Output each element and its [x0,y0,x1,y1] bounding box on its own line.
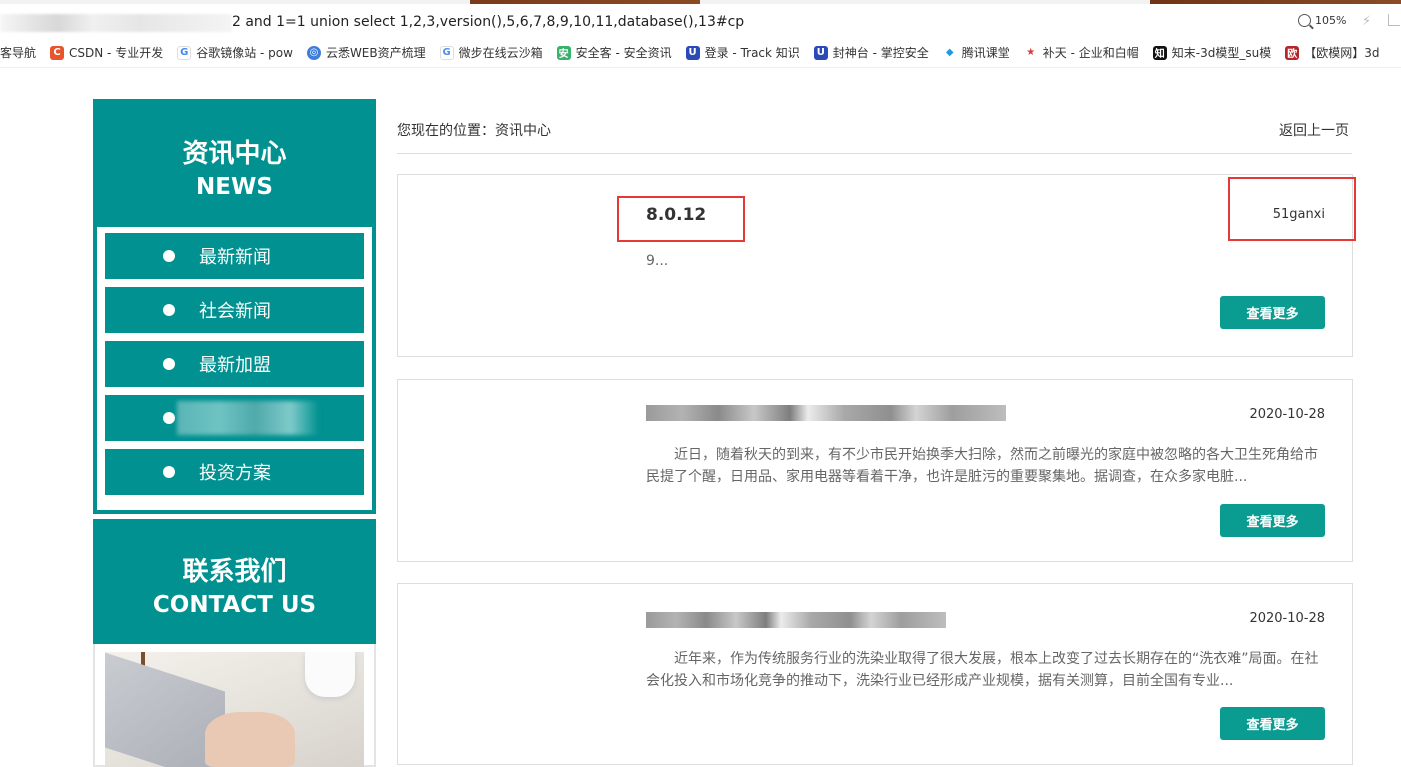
news-card: 8.0.12 51ganxi 9... 查看更多 [397,174,1353,357]
news-title-en: NEWS [196,174,273,200]
news-summary: 近年来，作为传统服务行业的洗染业取得了很大发展，根本上改变了过去长期存在的“洗衣… [646,651,1319,689]
zhimo-icon: 知 [1152,45,1167,60]
news-center-header: 资讯中心 NEWS [93,99,376,227]
sidebar-item-latest-franchise[interactable]: 最新加盟 [105,341,364,387]
bookmark-item[interactable]: C CSDN - 专业开发 [50,44,163,61]
sidebar-item-label: 最新新闻 [199,247,271,268]
bullet-icon [163,304,175,316]
news-title-cn: 资讯中心 [182,139,287,169]
tencent-classroom-icon: ◆ [942,45,957,60]
news-card: 2020-10-28 近年来，作为传统服务行业的洗染业取得了很大发展，根本上改变… [397,583,1353,765]
divider [397,153,1352,154]
highlight-box [617,196,745,242]
news-summary: 9... [646,253,669,269]
redacted-label [177,401,319,435]
highlight-box [1228,177,1356,241]
csdn-icon: C [50,45,65,60]
bullet-icon [163,466,175,478]
view-more-button[interactable]: 查看更多 [1220,504,1325,537]
view-more-button[interactable]: 查看更多 [1220,296,1325,329]
contact-photo [105,652,364,767]
news-date: 2020-10-28 [1249,407,1325,422]
bookmark-item[interactable]: ◎ 云悉WEB资产梳理 [306,44,426,61]
view-more-button[interactable]: 查看更多 [1220,707,1325,740]
address-bar[interactable]: 2 and 1=1 union select 1,2,3,version(),5… [0,4,1401,38]
news-summary: 近日，随着秋天的到来，有不少市民开始换季大扫除，然而之前曝光的家庭中被忽略的各大… [646,447,1318,485]
contact-photo-frame [93,644,376,767]
hand-shape [205,712,295,767]
contact-title-cn: 联系我们 [182,557,287,587]
news-category-menu: 最新新闻 社会新闻 最新加盟 投资方案 [93,227,376,514]
bookmark-item[interactable]: ★ 补天 - 企业和白帽 [1023,44,1139,61]
threatbook-icon: G [439,45,454,60]
oumo-icon: 欧 [1285,45,1300,60]
sidebar-item-investment-plan[interactable]: 投资方案 [105,449,364,495]
butian-icon: ★ [1023,45,1038,60]
news-date: 2020-10-28 [1249,611,1325,626]
bookmark-item[interactable]: U 封神台 - 掌控安全 [813,44,929,61]
share-icon[interactable] [1388,14,1400,26]
sidebar-item-redacted[interactable] [105,395,364,441]
bullet-icon [163,250,175,262]
google-icon: G [177,45,192,60]
bookmarks-bar: 客导航 C CSDN - 专业开发 G 谷歌镜像站 - pow ◎ 云悉WEB资产梳理… [0,38,1401,68]
contact-us-header: 联系我们 CONTACT US [93,519,376,644]
zoom-icon [1298,14,1311,27]
bookmark-item[interactable]: U 登录 - Track 知识 [685,44,800,61]
sidebar-item-label: 社会新闻 [199,301,271,322]
bookmark-item[interactable]: 客导航 [0,44,36,61]
anquanke-icon: 安 [556,45,571,60]
url-redacted [0,14,232,32]
yunxi-icon: ◎ [306,45,321,60]
bullet-icon [163,412,175,424]
sidebar-item-social-news[interactable]: 社会新闻 [105,287,364,333]
contact-title-en: CONTACT US [152,592,317,618]
breadcrumb: 您现在的位置：资讯中心 [397,123,551,139]
sidebar-item-label: 投资方案 [199,463,271,484]
news-card: 2020-10-28 近日，随着秋天的到来，有不少市民开始换季大扫除，然而之前曝… [397,379,1353,562]
redacted-title [646,405,1006,421]
bookmark-item[interactable]: G 微步在线云沙箱 [439,44,543,61]
bookmark-item[interactable]: 欧【欧模网】3d [1285,44,1379,61]
sidebar-item-latest-news[interactable]: 最新新闻 [105,233,364,279]
zoom-control[interactable]: 105% [1298,14,1346,27]
bookmark-item[interactable]: ◆ 腾讯课堂 [942,44,1010,61]
cup-shape [305,652,355,697]
fengshentai-icon: U [813,45,828,60]
redacted-title [646,612,946,628]
bookmark-item[interactable]: 安安全客 - 安全资讯 [556,44,672,61]
url-text[interactable]: 2 and 1=1 union select 1,2,3,version(),5… [232,14,744,30]
bullet-icon [163,358,175,370]
back-link[interactable]: 返回上一页 [1279,120,1349,140]
track-icon: U [685,45,700,60]
bookmark-item[interactable]: G 谷歌镜像站 - pow [177,44,293,61]
lightning-icon[interactable]: ⚡ [1362,14,1371,29]
zoom-level: 105% [1315,14,1347,27]
bookmark-item[interactable]: 知知末-3d模型_su模 [1152,44,1271,61]
sidebar-item-label: 最新加盟 [199,355,271,376]
